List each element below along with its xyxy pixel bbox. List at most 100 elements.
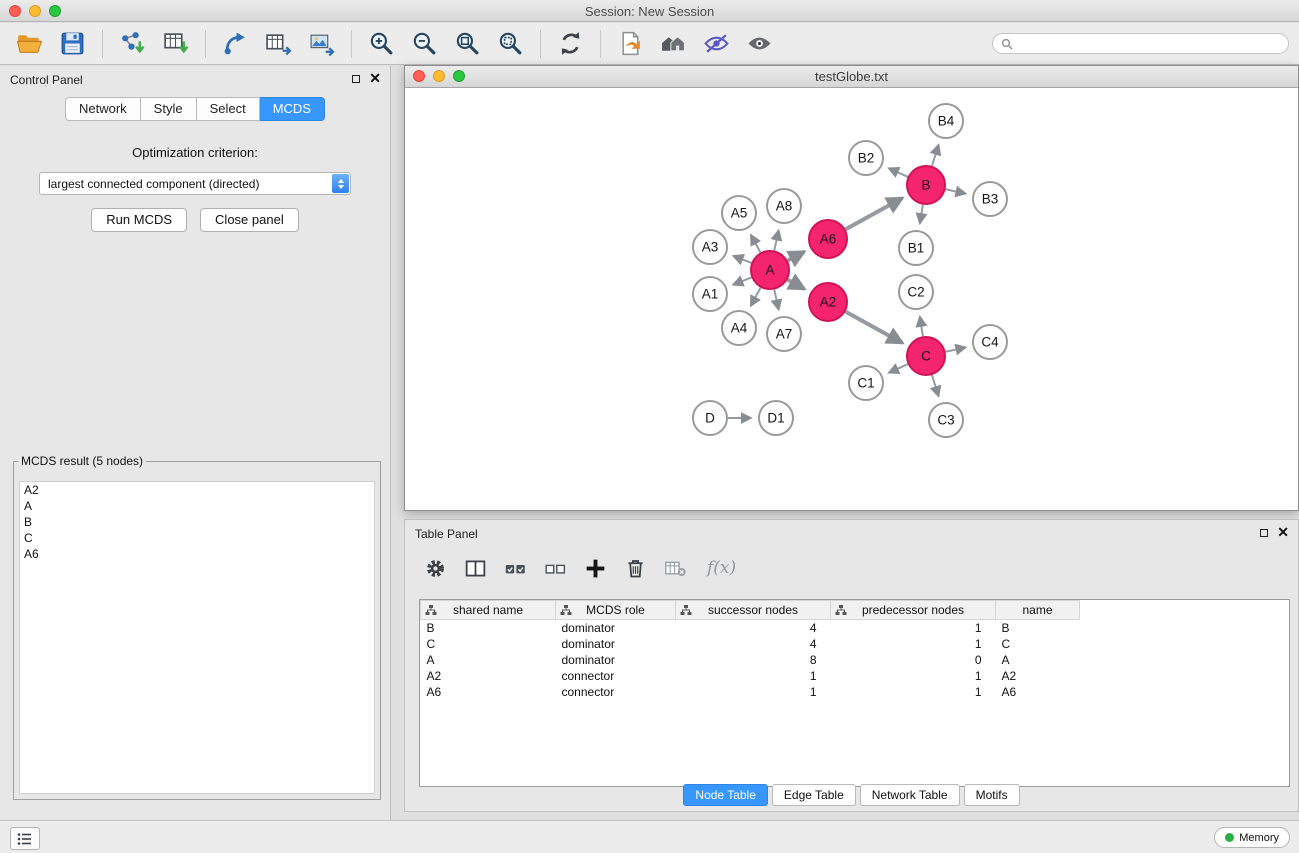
node-A2[interactable]: A2 bbox=[809, 283, 847, 321]
import-table-button[interactable] bbox=[158, 27, 192, 61]
node-A3[interactable]: A3 bbox=[693, 230, 727, 264]
edge-A6-B[interactable] bbox=[846, 198, 903, 229]
table-cell[interactable]: B bbox=[996, 620, 1080, 637]
edge-A2-C[interactable] bbox=[846, 312, 903, 343]
edge-C-C2[interactable] bbox=[920, 317, 923, 337]
memory-button[interactable]: Memory bbox=[1214, 827, 1290, 848]
run-mcds-button[interactable]: Run MCDS bbox=[91, 208, 187, 232]
table-cell[interactable]: A bbox=[421, 652, 556, 668]
tab-select[interactable]: Select bbox=[197, 97, 260, 121]
node-C2[interactable]: C2 bbox=[899, 275, 933, 309]
edge-B-B3[interactable] bbox=[946, 189, 966, 193]
result-item[interactable]: C bbox=[20, 530, 374, 546]
node-A8[interactable]: A8 bbox=[767, 189, 801, 223]
node-C[interactable]: C bbox=[907, 337, 945, 375]
table-row[interactable]: Adominator80A bbox=[421, 652, 1092, 668]
table-cell[interactable]: dominator bbox=[556, 652, 676, 668]
tab-edge-table[interactable]: Edge Table bbox=[772, 784, 856, 806]
table-cell[interactable]: A6 bbox=[421, 684, 556, 700]
tab-motifs[interactable]: Motifs bbox=[964, 784, 1020, 806]
float-panel-icon[interactable] bbox=[352, 75, 360, 83]
node-A6[interactable]: A6 bbox=[809, 220, 847, 258]
close-panel-button[interactable]: Close panel bbox=[200, 208, 299, 232]
table-cell[interactable]: C bbox=[996, 636, 1080, 652]
edge-B-B2[interactable] bbox=[889, 168, 908, 177]
table-cell[interactable]: 1 bbox=[831, 684, 996, 700]
hide-graphics-details-button[interactable] bbox=[699, 27, 733, 61]
node-A5[interactable]: A5 bbox=[722, 196, 756, 230]
table-cell[interactable]: 4 bbox=[676, 620, 831, 637]
edge-A-A8[interactable] bbox=[774, 230, 778, 250]
edge-A-A1[interactable] bbox=[733, 277, 751, 284]
search-field[interactable] bbox=[992, 33, 1289, 54]
edge-A-A5[interactable] bbox=[751, 235, 761, 252]
mcds-result-list[interactable]: A2 A B C A6 bbox=[19, 481, 375, 794]
edge-A-A6[interactable] bbox=[788, 252, 805, 261]
node-B4[interactable]: B4 bbox=[929, 104, 963, 138]
edge-A-A4[interactable] bbox=[751, 288, 761, 306]
tab-node-table[interactable]: Node Table bbox=[683, 784, 768, 806]
tab-network-table[interactable]: Network Table bbox=[860, 784, 960, 806]
column-header-successor-nodes[interactable]: successor nodes bbox=[676, 601, 831, 620]
node-B3[interactable]: B3 bbox=[973, 182, 1007, 216]
open-file-button[interactable] bbox=[12, 27, 46, 61]
node-A1[interactable]: A1 bbox=[693, 277, 727, 311]
tab-network[interactable]: Network bbox=[65, 97, 141, 121]
deselect-all-button[interactable] bbox=[543, 556, 567, 580]
result-item[interactable]: A2 bbox=[20, 482, 374, 498]
node-A[interactable]: A bbox=[751, 251, 789, 289]
node-B1[interactable]: B1 bbox=[899, 231, 933, 265]
table-cell[interactable]: A2 bbox=[421, 668, 556, 684]
tab-style[interactable]: Style bbox=[141, 97, 197, 121]
node-C3[interactable]: C3 bbox=[929, 403, 963, 437]
column-header-mcds-role[interactable]: MCDS role bbox=[556, 601, 676, 620]
zoom-in-button[interactable] bbox=[364, 27, 398, 61]
table-row[interactable]: Bdominator41B bbox=[421, 620, 1092, 637]
zoom-selected-button[interactable] bbox=[493, 27, 527, 61]
result-item[interactable]: A6 bbox=[20, 546, 374, 562]
table-cell[interactable]: 8 bbox=[676, 652, 831, 668]
table-cell[interactable]: 1 bbox=[831, 636, 996, 652]
open-session-button[interactable] bbox=[613, 27, 647, 61]
float-panel-icon[interactable] bbox=[1260, 529, 1268, 537]
optimization-criterion-dropdown[interactable]: largest connected component (directed) bbox=[39, 172, 351, 195]
zoom-out-button[interactable] bbox=[407, 27, 441, 61]
table-row[interactable]: A6connector11A6 bbox=[421, 684, 1092, 700]
result-item[interactable]: A bbox=[20, 498, 374, 514]
network-window-titlebar[interactable]: testGlobe.txt bbox=[405, 66, 1298, 88]
node-A7[interactable]: A7 bbox=[767, 317, 801, 351]
show-columns-button[interactable] bbox=[463, 556, 487, 580]
task-history-button[interactable] bbox=[10, 827, 40, 850]
table-cell[interactable]: connector bbox=[556, 684, 676, 700]
export-network-button[interactable] bbox=[218, 27, 252, 61]
zoom-fit-button[interactable] bbox=[450, 27, 484, 61]
column-header-shared-name[interactable]: shared name bbox=[421, 601, 556, 620]
table-cell[interactable]: 1 bbox=[676, 668, 831, 684]
node-A4[interactable]: A4 bbox=[722, 311, 756, 345]
edge-A-A2[interactable] bbox=[788, 280, 805, 289]
edge-C-C1[interactable] bbox=[889, 364, 908, 373]
apply-layout-button[interactable] bbox=[553, 27, 587, 61]
table-cell[interactable]: 1 bbox=[831, 668, 996, 684]
table-row[interactable]: Cdominator41C bbox=[421, 636, 1092, 652]
table-cell[interactable]: 1 bbox=[831, 620, 996, 637]
delete-table-button[interactable] bbox=[663, 556, 687, 580]
node-table[interactable]: shared name MCDS role successor nodes pr… bbox=[419, 599, 1290, 787]
export-table-button[interactable] bbox=[261, 27, 295, 61]
search-input[interactable] bbox=[1017, 36, 1288, 52]
table-row[interactable]: A2connector11A2 bbox=[421, 668, 1092, 684]
close-panel-icon[interactable]: ✕ bbox=[1277, 527, 1289, 538]
node-B[interactable]: B bbox=[907, 166, 945, 204]
table-cell[interactable]: 1 bbox=[676, 684, 831, 700]
close-panel-icon[interactable]: ✕ bbox=[369, 73, 381, 84]
save-session-button[interactable] bbox=[55, 27, 89, 61]
show-windows-button[interactable] bbox=[656, 27, 690, 61]
table-settings-button[interactable] bbox=[423, 556, 447, 580]
node-D[interactable]: D bbox=[693, 401, 727, 435]
node-B2[interactable]: B2 bbox=[849, 141, 883, 175]
node-C1[interactable]: C1 bbox=[849, 366, 883, 400]
edge-C-C3[interactable] bbox=[932, 375, 939, 396]
result-item[interactable]: B bbox=[20, 514, 374, 530]
delete-column-button[interactable] bbox=[623, 556, 647, 580]
edge-B-B1[interactable] bbox=[920, 205, 923, 224]
